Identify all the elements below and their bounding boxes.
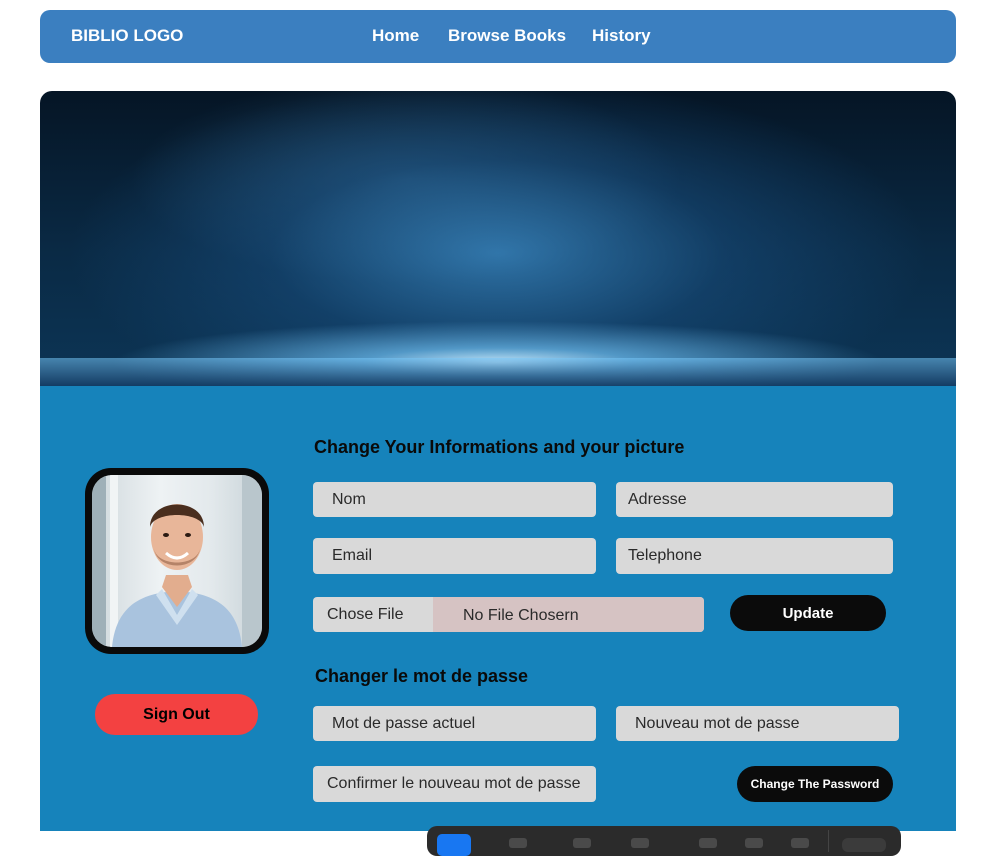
picture-file-input[interactable]: Chose File No File Chosern [313,597,704,632]
nom-input[interactable] [313,482,596,517]
toolbar-tool-icon[interactable] [745,838,763,848]
new-password-input[interactable] [616,706,899,741]
nav-link-browse-books[interactable]: Browse Books [448,26,566,46]
file-status-label: No File Chosern [433,597,704,632]
toolbar-toggle[interactable] [842,838,886,852]
update-button[interactable]: Update [730,595,886,631]
hero-floor-glow [40,358,956,386]
site-logo[interactable]: BIBLIO LOGO [71,26,183,46]
telephone-input[interactable] [616,538,893,574]
toolbar-tool-icon[interactable] [699,838,717,848]
password-form-heading: Changer le mot de passe [315,666,529,686]
hero-banner-image [40,91,956,386]
sign-out-button[interactable]: Sign Out [95,694,258,735]
info-form-heading: Change Your Informations and your pictur… [314,437,685,457]
toolbar-tool-icon[interactable] [791,838,809,848]
current-password-input[interactable] [313,706,596,741]
profile-avatar[interactable] [85,468,269,654]
toolbar-tool-icon[interactable] [509,838,527,848]
email-input[interactable] [313,538,596,574]
toolbar-tool-icon[interactable] [631,838,649,848]
top-navbar: BIBLIO LOGO Home Browse Books History [40,10,956,63]
nav-link-home[interactable]: Home [372,26,419,46]
bottom-toolbar [427,826,901,856]
change-password-button[interactable]: Change The Password [737,766,893,802]
adresse-input[interactable] [616,482,893,517]
toolbar-divider [828,830,829,852]
toolbar-active-tool-icon[interactable] [437,834,471,856]
choose-file-button[interactable]: Chose File [327,606,403,624]
avatar-photo [92,475,262,647]
toolbar-tool-icon[interactable] [573,838,591,848]
nav-link-history[interactable]: History [592,26,651,46]
person-portrait-icon [92,475,262,647]
confirm-password-input[interactable] [313,766,596,802]
